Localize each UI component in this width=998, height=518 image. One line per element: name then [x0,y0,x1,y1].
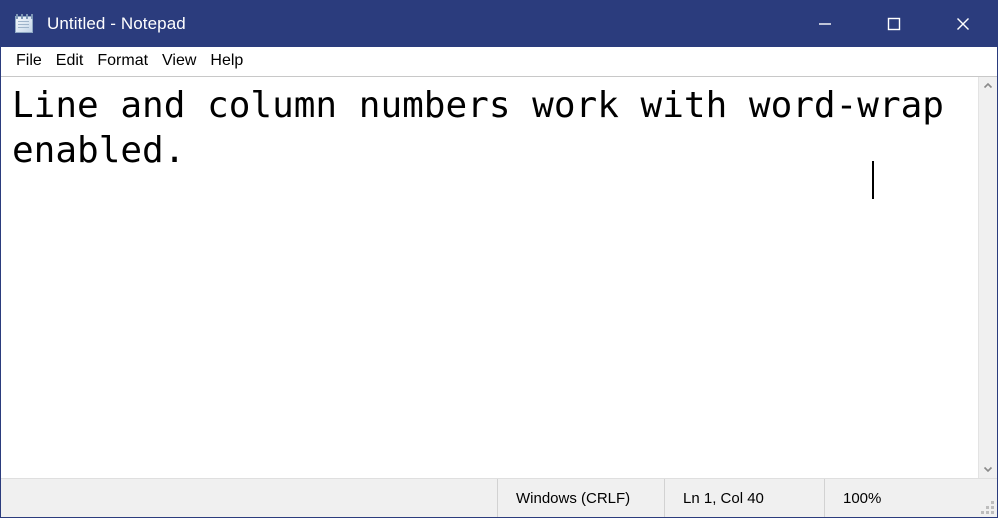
maximize-icon [887,17,900,31]
menu-item-edit[interactable]: Edit [49,49,91,74]
status-cursor-position[interactable]: Ln 1, Col 40 [665,479,825,517]
scroll-up-button[interactable] [979,77,997,95]
chevron-down-icon [983,466,993,473]
status-bar-spacer [1,479,498,517]
vertical-scrollbar[interactable] [978,77,997,478]
menu-item-file[interactable]: File [9,49,49,74]
scroll-down-button[interactable] [979,460,997,478]
close-icon [956,18,969,30]
document-text[interactable]: Line and column numbers work with word-w… [12,83,978,173]
window-controls [790,1,997,47]
title-bar[interactable]: Untitled - Notepad [1,1,997,47]
menu-bar: File Edit Format View Help [1,47,997,76]
text-editor[interactable]: Line and column numbers work with word-w… [1,77,978,478]
status-line-ending[interactable]: Windows (CRLF) [498,479,665,517]
close-button[interactable] [928,1,997,47]
scrollbar-track[interactable] [979,95,997,460]
status-zoom-level[interactable]: 100% [825,479,985,517]
status-bar: Windows (CRLF) Ln 1, Col 40 100% [1,478,997,517]
resize-grip[interactable] [981,501,994,514]
notepad-icon [14,13,36,35]
text-caret [872,161,874,199]
chevron-up-icon [983,82,993,89]
notepad-window: Untitled - Notepad File Edit Format View… [0,0,998,518]
menu-item-view[interactable]: View [155,49,203,74]
editor-area: Line and column numbers work with word-w… [1,76,997,478]
maximize-button[interactable] [859,1,928,47]
minimize-icon [818,23,831,25]
menu-item-format[interactable]: Format [90,49,155,74]
minimize-button[interactable] [790,1,859,47]
window-title: Untitled - Notepad [47,14,186,33]
menu-item-help[interactable]: Help [203,49,250,74]
